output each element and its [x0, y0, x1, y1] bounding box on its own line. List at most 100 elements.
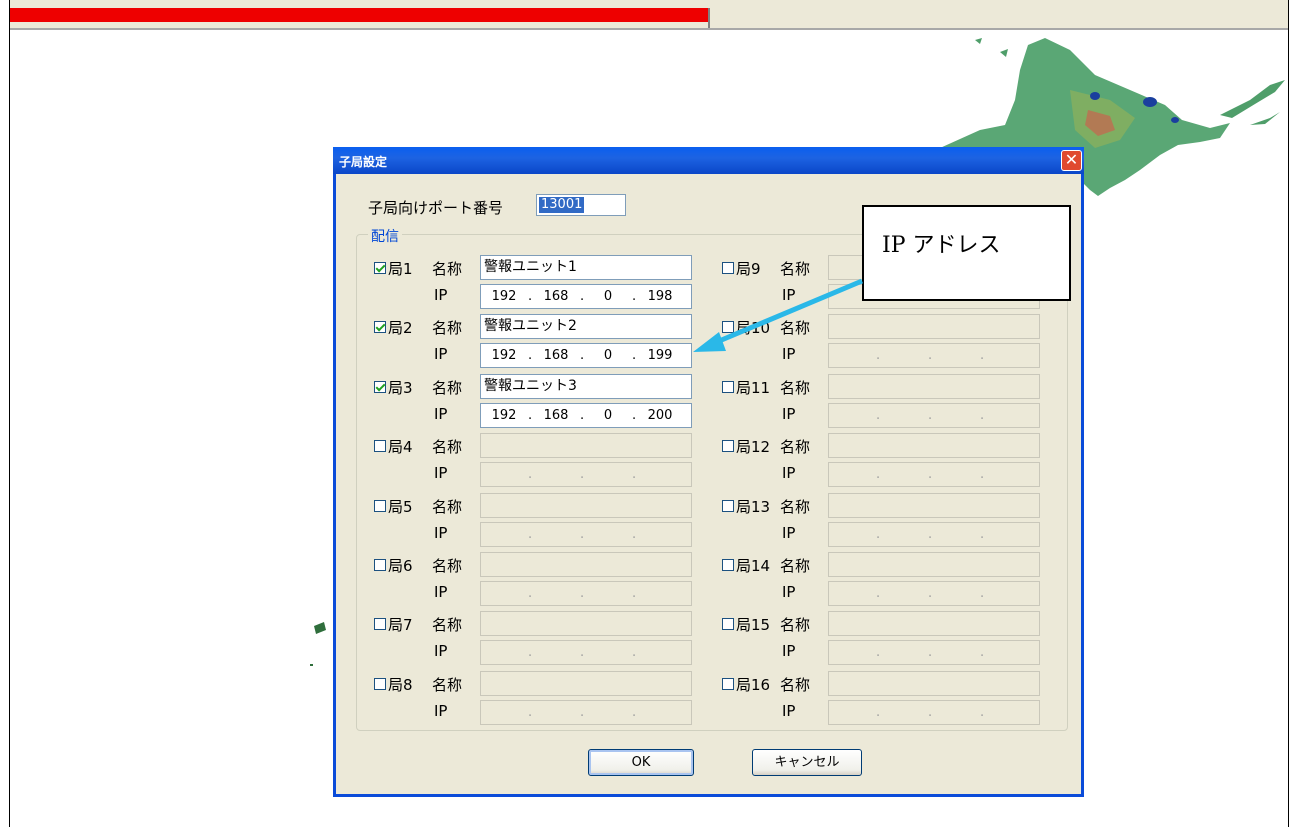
station-label: 局2 [388, 319, 413, 337]
station-ip-field[interactable]: ... [828, 343, 1040, 368]
station-name-field[interactable] [828, 314, 1040, 339]
station-checkbox[interactable] [374, 500, 386, 512]
name-label: 名称 [780, 379, 811, 397]
ip-dot: . [580, 467, 585, 482]
station-checkbox[interactable] [722, 381, 734, 393]
map-islet [310, 622, 326, 666]
station-checkbox[interactable] [374, 381, 386, 393]
ip-dot: . [580, 289, 585, 304]
station-checkbox[interactable] [722, 440, 734, 452]
station-ip-field[interactable]: 192. 168. 0. 198 [480, 284, 692, 309]
station-ip-field[interactable]: ... [480, 581, 692, 606]
station-name-field[interactable] [480, 671, 692, 696]
ok-button[interactable]: OK [588, 749, 694, 776]
station-ip-field[interactable]: ... [828, 700, 1040, 725]
station-ip-field[interactable]: ... [480, 700, 692, 725]
station-name-field[interactable] [828, 671, 1040, 696]
ip-octet: 192 [491, 408, 517, 423]
ip-dot: . [528, 586, 533, 601]
close-button[interactable]: ✕ [1061, 150, 1082, 171]
station-ip-field[interactable]: ... [480, 522, 692, 547]
ip-label: IP [782, 642, 796, 660]
station-checkbox[interactable] [374, 262, 386, 274]
ip-dot: . [928, 408, 933, 423]
name-label: 名称 [432, 676, 463, 694]
station-ip-field[interactable]: ... [828, 403, 1040, 428]
station-checkbox[interactable] [374, 321, 386, 333]
ip-dot: . [876, 705, 881, 720]
station-ip-field[interactable]: ... [828, 640, 1040, 665]
station-checkbox[interactable] [722, 678, 734, 690]
station-label: 局11 [736, 379, 771, 397]
station-ip-field[interactable]: ... [828, 581, 1040, 606]
ip-dot: . [632, 408, 637, 423]
station-label: 局6 [388, 557, 413, 575]
ip-dot: . [580, 705, 585, 720]
station-checkbox[interactable] [374, 440, 386, 452]
dialog-titlebar[interactable]: 子局設定 ✕ [333, 147, 1084, 174]
station-name-field[interactable]: 警報ユニット2 [480, 314, 692, 339]
port-input[interactable]: 13001 [536, 194, 626, 216]
ip-dot: . [876, 467, 881, 482]
window-frame-left [9, 0, 10, 827]
station-name-field[interactable] [828, 433, 1040, 458]
station-name-field[interactable] [480, 611, 692, 636]
ip-label: IP [782, 524, 796, 542]
ip-label: IP [782, 405, 796, 423]
station-checkbox[interactable] [374, 559, 386, 571]
dialog-title: 子局設定 [339, 155, 388, 169]
station-label: 局7 [388, 616, 413, 634]
ip-dot: . [632, 586, 637, 601]
station-checkbox[interactable] [722, 500, 734, 512]
station-name-field[interactable] [828, 552, 1040, 577]
station-name-field[interactable] [828, 493, 1040, 518]
station-name-field[interactable] [480, 552, 692, 577]
ip-octet: 0 [603, 289, 613, 304]
station-label: 局9 [736, 260, 761, 278]
station-name-field[interactable] [828, 374, 1040, 399]
ip-label: IP [434, 642, 448, 660]
station-name-field[interactable]: 警報ユニット3 [480, 374, 692, 399]
ip-dot: . [928, 645, 933, 660]
name-label: 名称 [432, 438, 463, 456]
station-ip-field[interactable]: 192. 168. 0. 199 [480, 343, 692, 368]
station-label: 局5 [388, 498, 413, 516]
station-checkbox[interactable] [374, 618, 386, 630]
ip-dot: . [876, 586, 881, 601]
station-name-field[interactable]: 警報ユニット1 [480, 255, 692, 280]
ip-label: IP [434, 345, 448, 363]
station-checkbox[interactable] [722, 618, 734, 630]
ip-dot: . [580, 348, 585, 363]
ip-octet: 0 [603, 348, 613, 363]
ip-label: IP [782, 345, 796, 363]
station-checkbox[interactable] [374, 678, 386, 690]
callout-text: IP アドレス [882, 233, 1001, 258]
station-name-field[interactable] [480, 433, 692, 458]
progress-bar [10, 8, 1288, 28]
ip-octet: 192 [491, 289, 517, 304]
ip-dot: . [876, 527, 881, 542]
ip-dot: . [632, 527, 637, 542]
ip-dot: . [876, 348, 881, 363]
station-ip-field[interactable]: 192. 168. 0. 200 [480, 403, 692, 428]
ip-label: IP [434, 286, 448, 304]
cancel-button[interactable]: キャンセル [752, 749, 862, 776]
station-checkbox[interactable] [722, 559, 734, 571]
station-checkbox[interactable] [722, 262, 734, 274]
station-name-field[interactable] [828, 611, 1040, 636]
station-checkbox[interactable] [722, 321, 734, 333]
name-label: 名称 [780, 438, 811, 456]
ip-dot: . [528, 645, 533, 660]
ip-dot: . [980, 527, 985, 542]
ip-octet: 168 [543, 348, 569, 363]
name-label: 名称 [780, 557, 811, 575]
station-ip-field[interactable]: ... [828, 462, 1040, 487]
station-name-field[interactable] [480, 493, 692, 518]
station-label: 局4 [388, 438, 413, 456]
station-ip-field[interactable]: ... [828, 522, 1040, 547]
station-ip-field[interactable]: ... [480, 462, 692, 487]
ip-dot: . [980, 408, 985, 423]
ip-dot: . [928, 586, 933, 601]
ip-dot: . [528, 705, 533, 720]
station-ip-field[interactable]: ... [480, 640, 692, 665]
